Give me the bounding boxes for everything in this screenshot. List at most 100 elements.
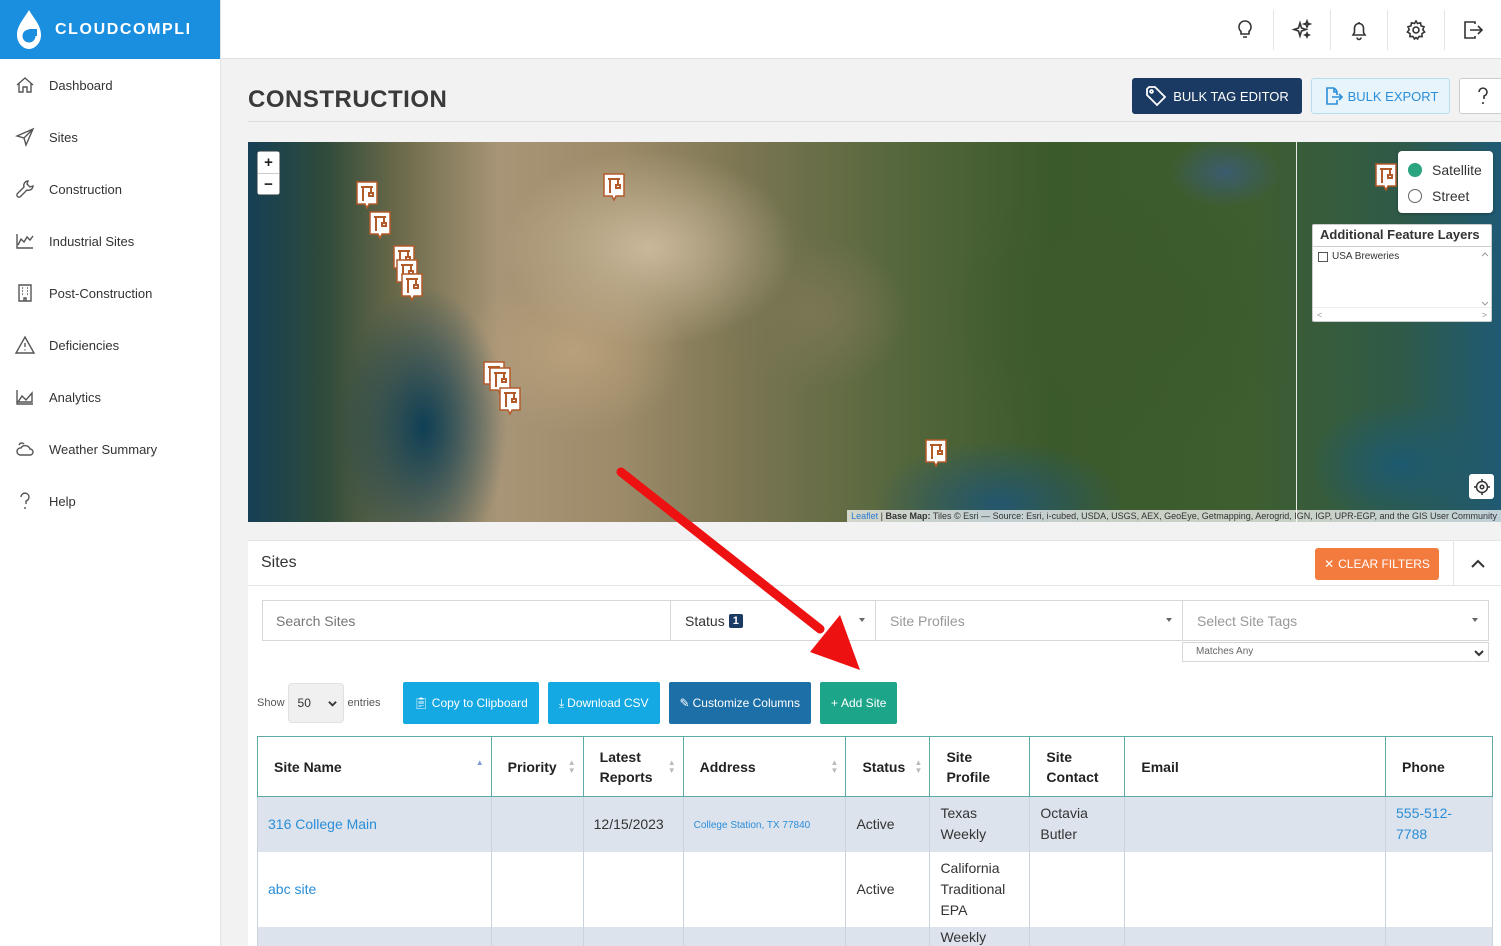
page-title: CONSTRUCTION <box>248 86 448 113</box>
status-filter-select[interactable]: Status 1 <box>671 600 876 641</box>
table-row[interactable]: 316 College Main 12/15/2023 College Stat… <box>257 796 1493 852</box>
column-header-address[interactable]: Address ▲ ▼ <box>682 736 847 797</box>
tag-match-mode-select[interactable]: Matches Any <box>1182 642 1489 662</box>
feature-layer-option[interactable]: USA Breweries <box>1313 247 1491 266</box>
site-profiles-select[interactable]: Site Profiles <box>876 600 1183 641</box>
sidebar-item-post-construction[interactable]: Post-Construction <box>0 267 220 319</box>
chart-icon <box>14 386 36 408</box>
sidebar-item-sites[interactable]: Sites <box>0 111 220 163</box>
cell-site-name[interactable]: abc site <box>257 851 492 927</box>
cell-site-contact <box>1029 851 1126 927</box>
phone-link[interactable]: 555-512-7788 <box>1396 805 1452 842</box>
construction-site-marker[interactable] <box>498 386 522 416</box>
construction-site-marker[interactable] <box>602 172 626 202</box>
top-bar <box>221 0 1501 59</box>
sparkle-icon[interactable] <box>1273 9 1330 50</box>
sidebar-item-industrial-sites[interactable]: Industrial Sites <box>0 215 220 267</box>
site-profiles-placeholder: Site Profiles <box>890 612 965 629</box>
search-sites-input[interactable] <box>262 600 671 641</box>
sidebar-item-label: Analytics <box>49 389 102 405</box>
logout-icon[interactable] <box>1444 9 1501 50</box>
construction-site-marker[interactable] <box>368 210 392 240</box>
bulk-export-label: BULK EXPORT <box>1347 88 1439 104</box>
locate-me-button[interactable] <box>1469 474 1494 499</box>
chevron-down-icon <box>1474 650 1484 657</box>
column-header-phone[interactable]: Phone <box>1385 736 1493 797</box>
factory-icon <box>14 230 36 252</box>
weather-icon <box>14 438 36 460</box>
construction-site-marker[interactable] <box>924 438 948 468</box>
download-csv-button[interactable]: ⤓ Download CSV <box>547 682 660 724</box>
sidebar-item-help[interactable]: Help <box>0 475 220 527</box>
cell-phone <box>1385 851 1493 927</box>
sidebar-item-construction[interactable]: Construction <box>0 163 220 215</box>
sort-asc-icon: ▲ <box>475 758 484 767</box>
bulk-tag-editor-button[interactable]: BULK TAG EDITOR <box>1132 78 1302 114</box>
table-row[interactable]: Weekly <box>257 926 1493 946</box>
crosshair-icon <box>1473 478 1490 495</box>
customize-columns-label: Customize Columns <box>692 696 800 710</box>
feature-layers-panel: Additional Feature Layers USA Breweries … <box>1312 224 1492 322</box>
sidebar-item-analytics[interactable]: Analytics <box>0 371 220 423</box>
site-tags-select[interactable]: Select Site Tags <box>1183 600 1489 641</box>
sites-map[interactable]: + − Satellite Street Additional Feature … <box>248 142 1501 522</box>
customize-columns-button[interactable]: ✎ Customize Columns <box>668 682 811 724</box>
brand-logo[interactable]: CLOUDCOMPLI <box>0 0 220 59</box>
cell-status: Active <box>845 851 931 927</box>
column-header-email[interactable]: Email <box>1124 736 1386 797</box>
cell-address[interactable]: College Station, TX 77840 <box>682 796 847 852</box>
radio-street[interactable] <box>1408 189 1422 203</box>
lightbulb-icon[interactable] <box>1216 10 1273 50</box>
table-row[interactable]: abc site Active California Traditional E… <box>257 851 1493 927</box>
tag-match-mode-value: Matches Any <box>1196 646 1254 657</box>
map-attribution: Leaflet | Base Map: Tiles © Esri — Sourc… <box>847 510 1501 522</box>
leaflet-link[interactable]: Leaflet <box>851 511 878 521</box>
sidebar-item-weather-summary[interactable]: Weather Summary <box>0 423 220 475</box>
scroll-left-icon: < <box>1317 309 1323 320</box>
construction-site-marker[interactable] <box>1374 162 1398 192</box>
clear-filters-button[interactable]: ✕ CLEAR FILTERS <box>1315 548 1439 580</box>
vertical-scrollbar[interactable] <box>1481 251 1489 307</box>
site-tags-placeholder: Select Site Tags <box>1197 612 1298 629</box>
column-header-site-contact[interactable]: Site Contact <box>1029 736 1126 797</box>
sites-panel-title: Sites <box>261 554 297 571</box>
column-header-priority[interactable]: Priority ▲ ▼ <box>490 736 584 797</box>
sidebar-item-deficiencies[interactable]: Deficiencies <box>0 319 220 371</box>
entries-per-page-select[interactable]: 50 <box>287 683 344 723</box>
cell-latest-report: 12/15/2023 <box>582 796 684 852</box>
collapse-panel-button[interactable] <box>1453 541 1501 586</box>
column-header-status[interactable]: Status ▲ ▼ <box>845 736 931 797</box>
cell-address <box>682 851 847 927</box>
cell-site-name[interactable]: 316 College Main <box>257 796 492 852</box>
address-link[interactable]: College Station, TX 77840 <box>694 820 811 831</box>
cell-phone[interactable]: 555-512-7788 <box>1385 796 1493 852</box>
site-link[interactable]: abc site <box>268 881 316 897</box>
site-link[interactable]: 316 College Main <box>268 816 377 832</box>
layer-option-street[interactable]: Street <box>1408 183 1483 209</box>
sort-icon: ▲ ▼ <box>914 758 923 775</box>
checkbox-usa-breweries[interactable] <box>1318 251 1328 262</box>
bulk-export-button[interactable]: BULK EXPORT <box>1311 78 1450 114</box>
zoom-out-button[interactable]: − <box>258 173 279 194</box>
horizontal-scrollbar[interactable]: < > <box>1313 307 1491 321</box>
map-zoom-control: + − <box>257 151 280 195</box>
brand-name: CLOUDCOMPLI <box>55 20 192 38</box>
cell-site-name[interactable] <box>257 926 492 946</box>
column-header-site-profile[interactable]: Site Profile <box>929 736 1031 797</box>
sidebar-item-dashboard[interactable]: Dashboard <box>0 59 220 111</box>
bell-icon[interactable] <box>1330 9 1387 50</box>
add-site-button[interactable]: + Add Site <box>819 682 898 724</box>
base-layer-control: Satellite Street <box>1398 151 1493 213</box>
help-button[interactable] <box>1459 78 1501 114</box>
cell-email <box>1124 796 1386 852</box>
column-header-latest-reports[interactable]: Latest Reports ▲ ▼ <box>582 736 684 797</box>
column-label: Site Profile <box>946 748 991 785</box>
gear-icon[interactable] <box>1387 9 1444 50</box>
zoom-in-button[interactable]: + <box>258 152 279 173</box>
layer-option-satellite[interactable]: Satellite <box>1408 157 1483 183</box>
construction-site-marker[interactable] <box>355 180 379 210</box>
construction-site-marker[interactable] <box>400 272 424 302</box>
radio-satellite[interactable] <box>1408 163 1422 177</box>
copy-to-clipboard-button[interactable]: 📋︎ Copy to Clipboard <box>402 682 539 724</box>
column-header-site-name[interactable]: Site Name ▲ <box>257 736 492 797</box>
